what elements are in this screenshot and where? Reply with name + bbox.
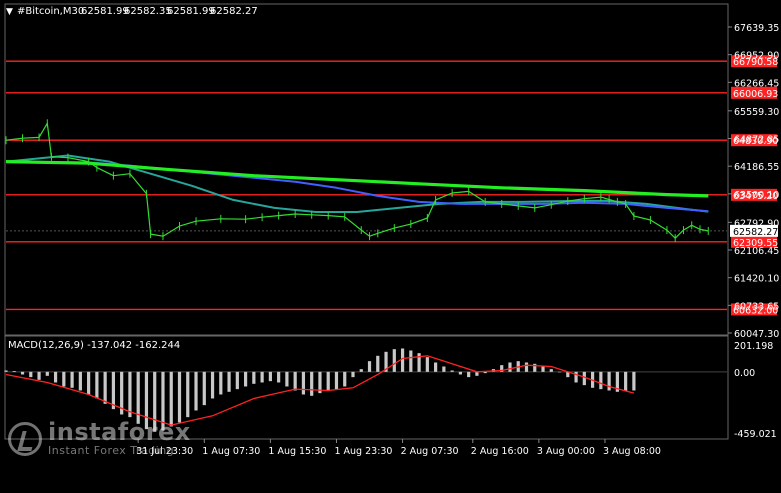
time-label-2: 1 Aug 15:30: [268, 446, 326, 457]
time-label-6: 3 Aug 00:00: [537, 446, 595, 457]
macd-bar: [450, 370, 454, 372]
time-label-3: 1 Aug 23:30: [334, 446, 392, 457]
macd-bar: [252, 371, 256, 384]
macd-bar: [367, 361, 372, 372]
macd-bar: [53, 371, 58, 383]
macd-bar: [194, 371, 198, 411]
macd-bar: [95, 371, 99, 399]
macd-bar: [351, 371, 355, 378]
macd-bar: [400, 348, 405, 372]
macd-bar: [442, 366, 446, 372]
macd-bar: [326, 371, 330, 391]
time-label-5: 2 Aug 16:00: [471, 446, 529, 457]
macd-bar: [524, 362, 529, 372]
macd-bar: [235, 371, 239, 390]
macd-bar: [599, 371, 603, 390]
macd-bar: [78, 371, 82, 391]
macd-bar: [434, 362, 438, 372]
macd-bar: [210, 371, 215, 399]
ohlc-close: 62582.27: [210, 6, 258, 17]
price-tick-11: 60047.30: [734, 329, 779, 340]
price-tick-9: 61420.10: [734, 274, 779, 285]
price-tick-2: 66266.45: [734, 78, 779, 89]
price-tick-8: 62106.45: [734, 246, 779, 257]
price-tick-3: 65559.30: [734, 107, 779, 118]
macd-bar: [12, 371, 16, 372]
macd-label: MACD(12,26,9) -137.042 -162.244: [8, 340, 180, 351]
macd-bar: [425, 357, 429, 372]
macd-bar: [227, 371, 231, 392]
instaforex-logo-icon: [8, 422, 42, 456]
macd-bar: [310, 371, 314, 396]
chart-svg: 66790.5866006.9364830.9063475.2062309.55…: [0, 0, 781, 489]
macd-bar: [541, 366, 545, 372]
ohlc-high: 62582.35: [124, 6, 172, 17]
macd-bar: [136, 371, 140, 424]
price-tick-10: 60733.65: [734, 301, 779, 312]
macd-tick-1: 0.00: [734, 368, 755, 379]
macd-bar: [409, 350, 413, 372]
price-tick-4: 64872.85: [734, 135, 779, 146]
price-tick-0: 67639.35: [734, 23, 779, 34]
macd-bar: [334, 371, 339, 390]
macd-bar: [202, 371, 206, 406]
macd-bar: [343, 371, 347, 387]
macd-bar: [359, 369, 363, 372]
macd-bar: [467, 371, 471, 378]
watermark-tagline: Instant Forex Trading: [48, 444, 175, 457]
macd-bar: [632, 371, 636, 391]
macd-bar: [111, 371, 116, 410]
level-label-1: 66006.93: [733, 89, 778, 100]
macd-bar: [376, 355, 380, 372]
macd-bar: [45, 371, 49, 376]
macd-bar: [392, 349, 396, 372]
macd-bar: [549, 369, 553, 372]
price-tick-6: 63500.10: [734, 190, 779, 201]
macd-bar: [177, 371, 182, 423]
chart-title: #Bitcoin,M30: [17, 6, 84, 17]
ohlc-low: 62581.99: [167, 6, 215, 17]
macd-bar: [87, 371, 91, 395]
macd-tick-0: 201.198: [734, 341, 773, 352]
macd-bar: [285, 371, 289, 387]
macd-bar: [260, 371, 264, 383]
macd-bar: [624, 371, 628, 392]
macd-bar: [301, 371, 306, 395]
macd-bar: [29, 371, 33, 378]
watermark-brand: instaforex: [48, 418, 191, 446]
macd-bar: [458, 371, 462, 375]
macd-bar: [186, 371, 190, 418]
price-tick-5: 64186.55: [734, 162, 779, 173]
time-label-7: 3 Aug 08:00: [603, 446, 661, 457]
dropdown-arrow-icon[interactable]: ▼: [6, 7, 13, 17]
macd-bar: [557, 371, 562, 373]
macd-bar: [70, 371, 74, 388]
macd-bar: [582, 371, 586, 386]
macd-bar: [37, 371, 41, 380]
macd-bar: [268, 371, 272, 382]
macd-bar: [62, 371, 66, 387]
price-tick-1: 66952.90: [734, 51, 779, 62]
macd-bar: [293, 371, 297, 391]
time-label-1: 1 Aug 07:30: [202, 446, 260, 457]
ohlc-open: 62581.99: [81, 6, 129, 17]
macd-bar: [277, 371, 281, 383]
macd-bar: [128, 371, 132, 418]
macd-bar: [508, 362, 512, 372]
watermark: instaforex Instant Forex Trading: [8, 420, 191, 458]
macd-bar: [103, 371, 107, 404]
chart-root: 66790.58 66006.93 64830.90 63475.20 62309.55…: [0, 0, 781, 489]
current-price-label: 62582.27: [733, 227, 778, 238]
macd-bar: [607, 371, 611, 391]
time-label-4: 2 Aug 07:30: [401, 446, 459, 457]
macd-bar: [243, 371, 248, 387]
macd-bar: [20, 371, 25, 375]
macd-bar: [4, 370, 8, 372]
macd-tick-2: -459.021: [734, 429, 777, 440]
macd-bar: [219, 371, 223, 395]
